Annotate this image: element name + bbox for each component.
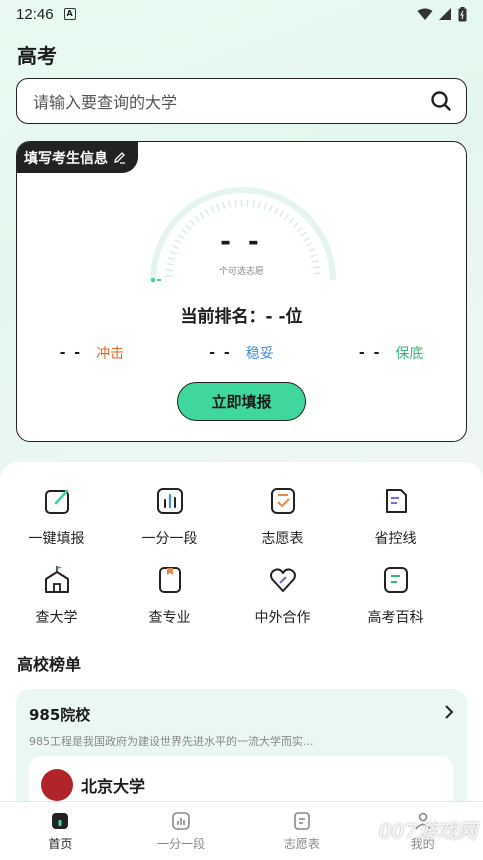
search-input[interactable]: 请输入要查询的大学 xyxy=(33,89,430,113)
ranking-card-985[interactable]: 985院校 985工程是我国政府为建设世界先进水平的一流大学而实... 北京大学 xyxy=(16,689,467,816)
search-icon[interactable] xyxy=(430,90,452,112)
category-rush-label: 冲击 xyxy=(96,346,125,362)
search-bar[interactable]: 请输入要查询的大学 xyxy=(16,78,467,124)
grid-item-label: 高考百科 xyxy=(367,610,424,626)
page-title: 高考 xyxy=(17,44,57,68)
category-guarantee-value: - - xyxy=(358,345,382,361)
tab-label: 志愿表 xyxy=(283,837,320,851)
fill-now-button[interactable]: 立即填报 xyxy=(177,382,306,421)
grid-item-label: 志愿表 xyxy=(261,531,304,547)
notification-a-icon: A xyxy=(63,8,76,20)
tab-label: 一分一段 xyxy=(157,837,206,851)
grid-item-joint-programs[interactable]: 中外合作 xyxy=(226,565,339,644)
signal-icon xyxy=(439,7,451,20)
status-time: 12:46 xyxy=(16,5,54,23)
edit-pencil-icon xyxy=(114,152,125,164)
grid-item-label: 省控线 xyxy=(374,531,417,547)
university-logo xyxy=(41,769,73,801)
category-guarantee-label: 保底 xyxy=(395,346,424,362)
grid-item-one-click-fill[interactable]: 一键填报 xyxy=(0,486,113,565)
tab-score-segment[interactable]: 一分一段 xyxy=(121,802,242,860)
school-building-icon xyxy=(44,566,69,593)
encyclopedia-icon xyxy=(383,567,408,593)
category-safe-label: 稳妥 xyxy=(245,346,274,362)
status-icons xyxy=(417,6,467,22)
available-count-label: 个可选志愿 xyxy=(218,267,264,277)
grid-item-application-table[interactable]: 志愿表 xyxy=(226,486,339,565)
status-bar: 12:46 A xyxy=(0,0,483,28)
grid-item-score-segment[interactable]: 一分一段 xyxy=(113,486,226,565)
tab-label: 首页 xyxy=(48,837,73,851)
category-safe-value: - - xyxy=(209,345,232,361)
grid-item-label: 一分一段 xyxy=(141,531,198,547)
category-rush-value: - - xyxy=(59,345,83,361)
heart-handshake-icon xyxy=(269,568,296,592)
tab-home[interactable]: 首页 xyxy=(0,802,121,860)
home-icon xyxy=(52,813,69,829)
university-name: 北京大学 xyxy=(81,777,146,796)
grid-item-label: 中外合作 xyxy=(254,610,311,626)
grid-item-gaokao-wiki[interactable]: 高考百科 xyxy=(339,565,452,644)
bar-chart-tab-icon xyxy=(172,812,190,830)
grid-item-provincial-line[interactable]: 省控线 xyxy=(339,486,452,565)
available-count: - - xyxy=(220,227,263,257)
tab-application-table[interactable]: 志愿表 xyxy=(242,802,363,860)
grid-item-label: 一键填报 xyxy=(28,531,85,547)
feature-grid: 一键填报 一分一段 志愿表 省控线 查大学 查专业 中外合作 高考百科 xyxy=(0,486,483,644)
ranking-title: 985院校 xyxy=(29,706,91,724)
current-rank: 当前排名：- -位 xyxy=(180,307,303,327)
category-guarantee: - - 保底 xyxy=(316,343,466,363)
checklist-icon xyxy=(270,488,295,514)
grid-item-find-university[interactable]: 查大学 xyxy=(0,565,113,644)
ranking-description: 985工程是我国政府为建设世界先进水平的一流大学而实... xyxy=(29,735,314,748)
bar-chart-icon xyxy=(156,488,183,514)
candidate-info-card: 填写考生信息 - - 个可选志愿 当前排名：- -位 - - 冲击 - - 稳妥… xyxy=(16,141,467,442)
chevron-right-icon[interactable] xyxy=(443,705,455,719)
ranking-section-title: 高校榜单 xyxy=(17,655,82,674)
category-rush: - - 冲击 xyxy=(17,343,167,363)
document-icon xyxy=(385,489,407,513)
category-safe: - - 稳妥 xyxy=(167,343,317,363)
wifi-icon xyxy=(417,8,433,20)
category-stats: - - 冲击 - - 稳妥 - - 保底 xyxy=(17,343,466,363)
grid-item-label: 查大学 xyxy=(35,610,78,626)
watermark: 007游戏网 xyxy=(378,819,477,843)
grid-item-label: 查专业 xyxy=(148,610,191,626)
grid-item-find-major[interactable]: 查专业 xyxy=(113,565,226,644)
battery-icon xyxy=(458,6,467,21)
list-tab-icon xyxy=(294,812,310,830)
pencil-note-icon xyxy=(44,489,69,514)
bookmark-book-icon xyxy=(158,567,181,593)
fill-info-label: 填写考生信息 xyxy=(24,150,108,167)
fill-info-tag[interactable]: 填写考生信息 xyxy=(17,142,138,173)
